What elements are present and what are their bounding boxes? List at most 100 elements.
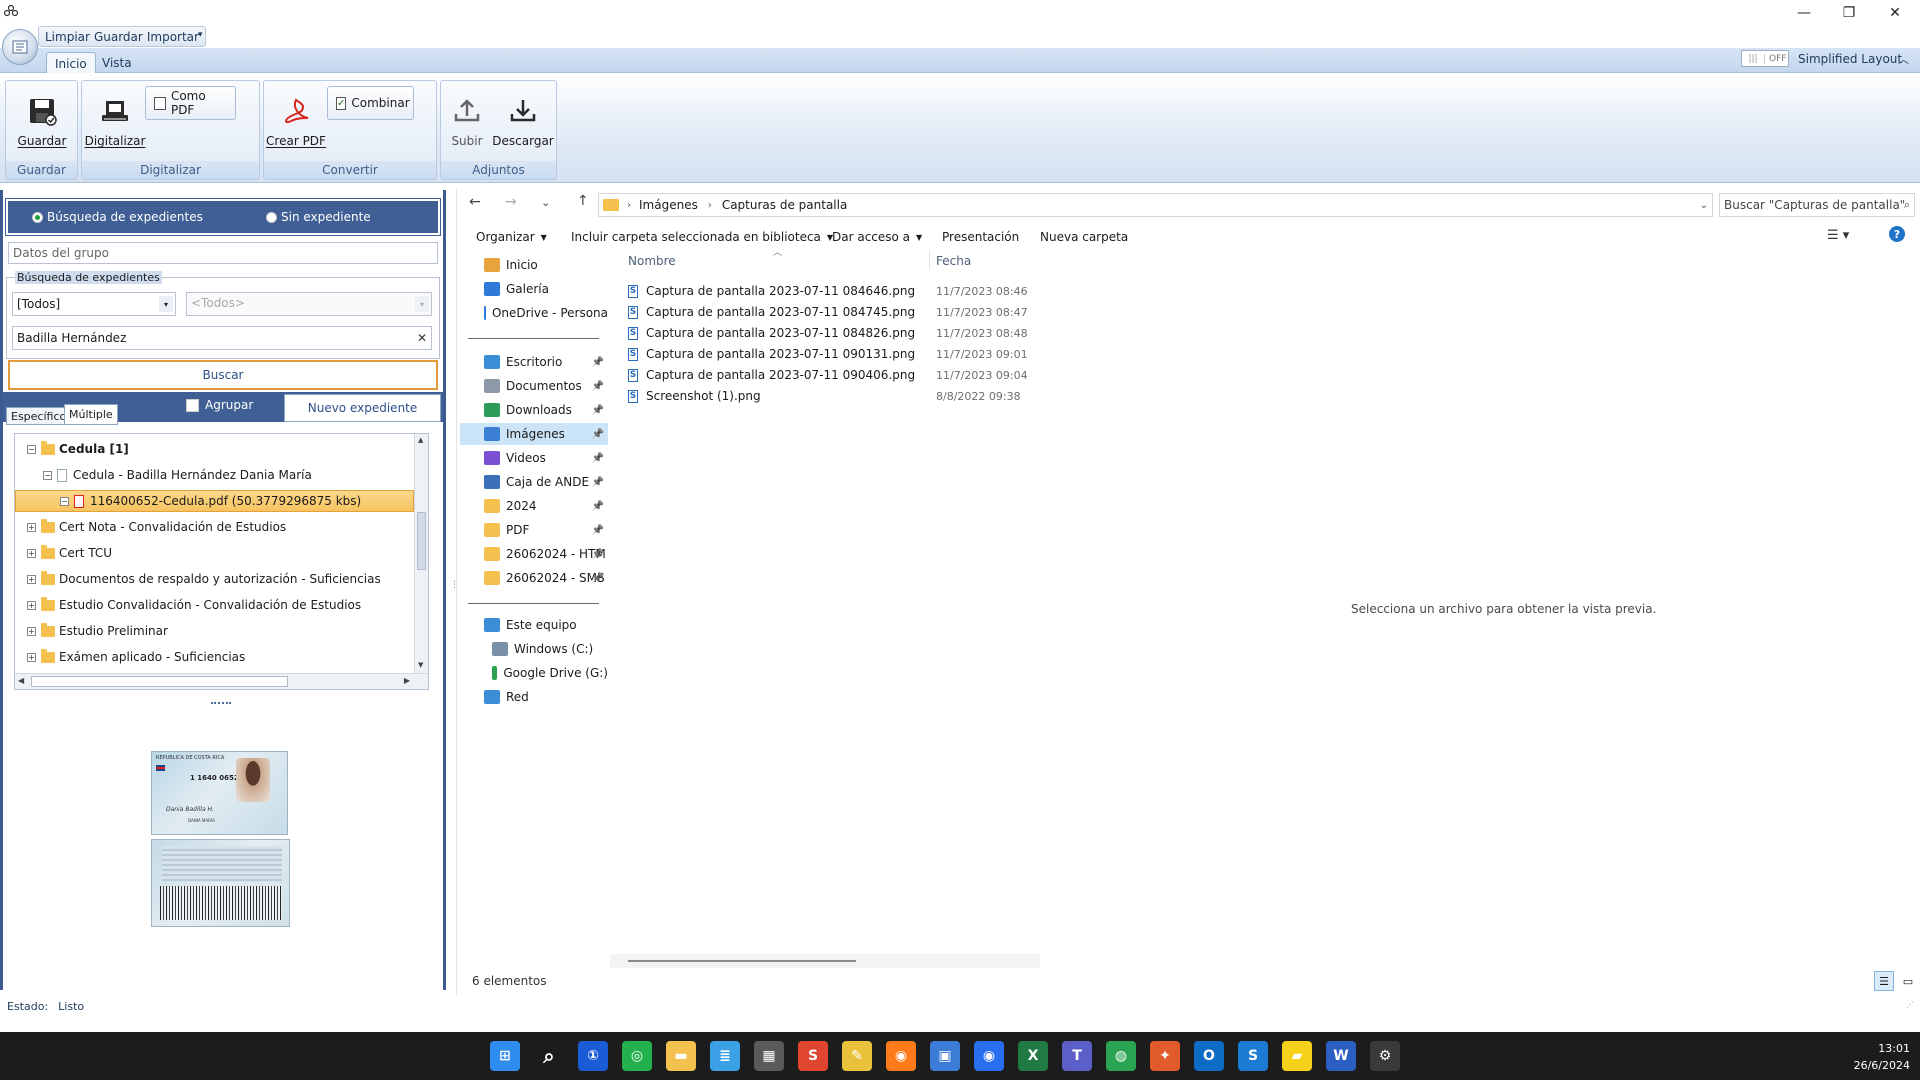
file-row[interactable]: S Screenshot (1).png <box>628 386 761 406</box>
taskbar-app-s-blue-icon[interactable]: S <box>1238 1041 1268 1071</box>
scroll-thumb[interactable] <box>417 512 426 570</box>
taskbar-notepad-icon[interactable]: ≣ <box>710 1041 740 1071</box>
nav-item[interactable]: Red <box>460 686 608 708</box>
incluir-biblioteca-menu[interactable]: Incluir carpeta seleccionada en bibliote… <box>571 226 833 248</box>
taskbar-app-orange-icon[interactable]: ✦ <box>1150 1041 1180 1071</box>
taskbar-excel-icon[interactable]: X <box>1018 1041 1048 1071</box>
tree-node[interactable]: − 116400652-Cedula.pdf (50.3779296875 kbs… <box>15 490 414 512</box>
qat-importar[interactable]: Importar <box>147 30 199 44</box>
close-button[interactable]: ✕ <box>1872 0 1918 25</box>
dar-acceso-menu[interactable]: Dar acceso a ▼ <box>832 226 922 248</box>
explorer-search-input[interactable]: Buscar "Capturas de pantalla" ⌕ <box>1719 193 1915 217</box>
nav-item[interactable]: Videos 📌 <box>460 447 608 469</box>
forward-arrow-icon[interactable]: → <box>505 194 517 210</box>
como-pdf-checkbox[interactable]: Como PDF <box>145 86 236 120</box>
details-view-button[interactable]: ☰ <box>1874 971 1894 991</box>
subir-button[interactable]: Subir <box>445 94 489 148</box>
taskbar-sticky-notes-icon[interactable]: ▰ <box>1282 1041 1312 1071</box>
recent-locations-icon[interactable]: ⌄ <box>541 196 550 209</box>
scroll-right-icon[interactable]: ▶ <box>404 676 410 685</box>
scroll-left-icon[interactable]: ◀ <box>18 676 24 685</box>
resize-grip-icon[interactable]: ⋰ <box>1906 1000 1914 1009</box>
nav-item[interactable]: Galería <box>460 278 608 300</box>
taskbar-whatsapp-icon[interactable]: ◎ <box>622 1041 652 1071</box>
taskbar-app-s-red-icon[interactable]: S <box>798 1041 828 1071</box>
taskbar-current-app-icon[interactable]: ⚙ <box>1370 1041 1400 1071</box>
digitalizar-button[interactable]: Digitalizar <box>84 94 146 148</box>
breadcrumb-imagenes[interactable]: Imágenes <box>639 198 698 212</box>
radio-sin-expediente[interactable]: Sin expediente <box>266 210 371 224</box>
collapse-icon[interactable]: − <box>27 444 36 454</box>
tree-node[interactable]: + Documentos de respaldo y autorización -… <box>15 568 414 590</box>
minimize-button[interactable]: — <box>1781 0 1827 25</box>
organizar-menu[interactable]: Organizar ▼ <box>476 226 547 248</box>
file-row[interactable]: S Captura de pantalla 2023-07-11 084826.p… <box>628 323 915 343</box>
descargar-button[interactable]: Descargar <box>492 94 554 148</box>
clock-date[interactable]: 26/6/2024 <box>1845 1059 1910 1072</box>
clear-search-icon[interactable]: ✕ <box>417 331 427 345</box>
taskbar-chrome-icon[interactable]: ◍ <box>1106 1041 1136 1071</box>
nav-item[interactable]: Google Drive (G:) <box>460 662 608 684</box>
nav-item[interactable]: 26062024 - HTM 📌 <box>460 543 608 565</box>
nav-item[interactable]: 2024 📌 <box>460 495 608 517</box>
expand-icon[interactable]: + <box>27 548 36 558</box>
taskbar-teams-icon[interactable]: T <box>1062 1041 1092 1071</box>
nav-item[interactable]: Este equipo <box>460 614 608 636</box>
expand-icon[interactable]: + <box>27 574 36 584</box>
file-row[interactable]: S Captura de pantalla 2023-07-11 084745.p… <box>628 302 915 322</box>
up-arrow-icon[interactable]: ↑ <box>577 193 589 209</box>
back-arrow-icon[interactable]: ← <box>469 194 481 210</box>
file-row[interactable]: S Captura de pantalla 2023-07-11 090406.p… <box>628 365 915 385</box>
tree-node[interactable]: + Estudio Convalidación - Convalidación d… <box>15 594 414 616</box>
hscroll-thumb[interactable] <box>628 960 856 962</box>
taskbar-word-icon[interactable]: W <box>1326 1041 1356 1071</box>
radio-busqueda-expedientes[interactable]: Búsqueda de expedientes <box>32 210 203 224</box>
tree-horizontal-scrollbar[interactable]: ◀ ▶ <box>15 673 428 689</box>
tree-node[interactable]: + Cert Nota - Convalidación de Estudios <box>15 516 414 538</box>
tab-multiple[interactable]: Múltiple <box>64 404 118 425</box>
nav-item[interactable]: Documentos 📌 <box>460 375 608 397</box>
tree-node[interactable]: + Cert TCU <box>15 542 414 564</box>
tree-node[interactable]: − Cedula - Badilla Hernández Dania María <box>15 464 414 486</box>
taskbar-app-yellow-tools-icon[interactable]: ✎ <box>842 1041 872 1071</box>
search-text-input[interactable]: Badilla Hernández ✕ <box>12 326 432 350</box>
qat-limpiar[interactable]: Limpiar <box>45 30 90 44</box>
combinar-checkbox[interactable]: ✓ Combinar <box>327 86 414 120</box>
scroll-down-icon[interactable]: ▼ <box>418 661 423 669</box>
tree-node[interactable]: − Cedula [1] <box>15 438 414 460</box>
nav-item[interactable]: OneDrive - Persona <box>460 302 608 324</box>
help-icon[interactable]: ? <box>1889 226 1905 242</box>
crear-pdf-button[interactable]: Crear PDF <box>266 94 326 148</box>
nav-item[interactable]: Inicio <box>460 254 608 276</box>
simplified-layout-toggle[interactable]: ||| OFF <box>1741 50 1789 67</box>
agrupar-checkbox[interactable]: Agrupar <box>186 398 253 412</box>
clock-time[interactable]: 13:01 <box>1860 1042 1910 1055</box>
taskbar-start-icon[interactable]: ⊞ <box>490 1041 520 1071</box>
datos-del-grupo-field[interactable]: Datos del grupo <box>8 242 438 264</box>
large-icons-view-button[interactable]: ▭ <box>1898 971 1918 991</box>
nav-item[interactable]: Windows (C:) <box>460 638 608 660</box>
nav-item[interactable]: Imágenes 📌 <box>460 423 608 445</box>
hscroll-thumb[interactable] <box>31 676 288 687</box>
presentacion-button[interactable]: Presentación <box>942 226 1019 248</box>
column-header-fecha[interactable]: Fecha <box>936 254 971 268</box>
nav-item[interactable]: 26062024 - SMS 📌 <box>460 567 608 589</box>
nuevo-expediente-button[interactable]: Nuevo expediente <box>284 394 441 422</box>
taskbar-search-icon[interactable]: ⌕ <box>534 1041 564 1071</box>
file-row[interactable]: S Captura de pantalla 2023-07-11 084646.p… <box>628 281 915 301</box>
taskbar-firefox-dev-icon[interactable]: ◉ <box>974 1041 1004 1071</box>
taskbar-calculator-icon[interactable]: ▦ <box>754 1041 784 1071</box>
file-row[interactable]: S Captura de pantalla 2023-07-11 090131.p… <box>628 344 915 364</box>
nav-item[interactable]: PDF 📌 <box>460 519 608 541</box>
tab-especifico[interactable]: Específico <box>6 407 72 425</box>
nav-item[interactable]: Downloads 📌 <box>460 399 608 421</box>
collapse-icon[interactable]: − <box>43 470 52 480</box>
tab-inicio[interactable]: Inicio <box>46 52 96 74</box>
qat-customize-icon[interactable]: ▾ <box>198 30 203 40</box>
qat-guardar[interactable]: Guardar <box>94 30 143 44</box>
taskbar-firefox-icon[interactable]: ◉ <box>886 1041 916 1071</box>
expand-icon[interactable]: + <box>27 652 36 662</box>
tree-node[interactable]: + Estudio Preliminar <box>15 620 414 642</box>
taskbar-1password-icon[interactable]: ① <box>578 1041 608 1071</box>
address-dropdown-icon[interactable]: ⌄ <box>1700 200 1708 211</box>
